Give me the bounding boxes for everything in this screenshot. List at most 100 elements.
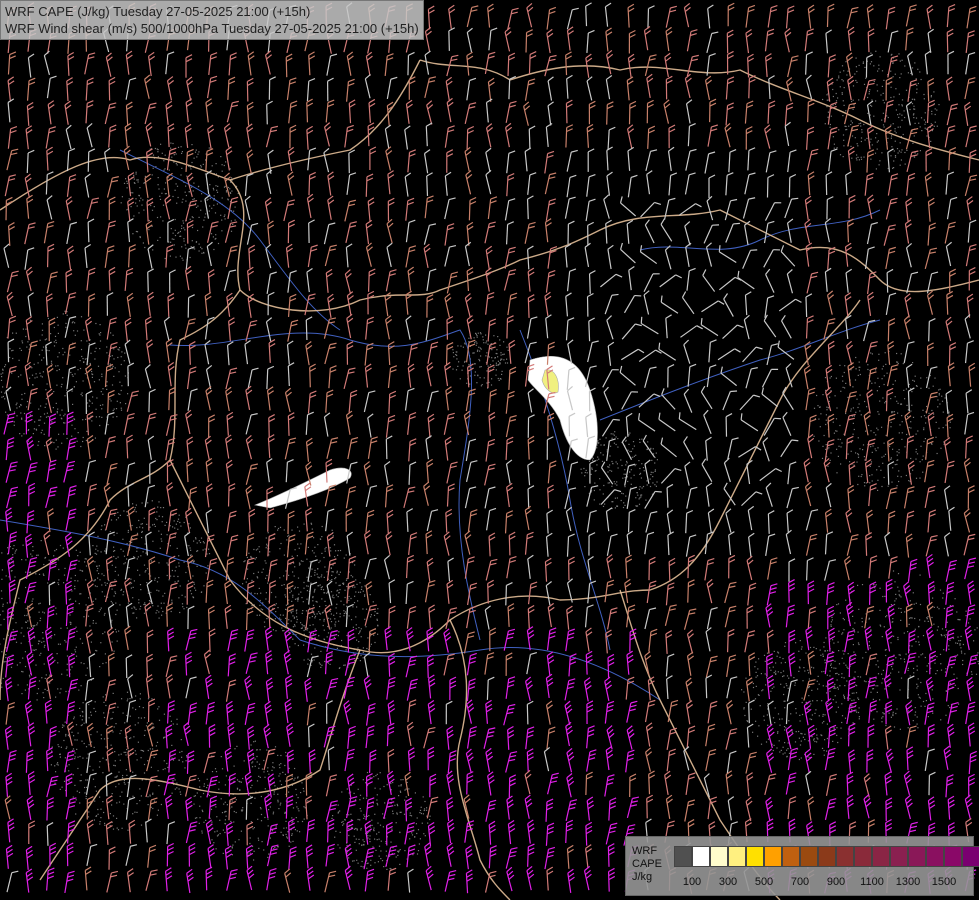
- terrain-dot: [896, 352, 898, 355]
- terrain-dot: [903, 658, 905, 660]
- terrain-dot: [96, 545, 98, 547]
- terrain-dot: [198, 822, 200, 824]
- terrain-dot: [858, 643, 860, 646]
- terrain-dot: [638, 460, 640, 462]
- terrain-dot: [251, 784, 253, 786]
- terrain-dot: [74, 334, 76, 336]
- terrain-dot: [141, 502, 143, 504]
- terrain-dot: [35, 429, 38, 431]
- terrain-dot: [18, 359, 20, 361]
- terrain-dot: [818, 418, 820, 420]
- terrain-dot: [319, 619, 321, 621]
- terrain-dot: [475, 332, 477, 334]
- terrain-dot: [936, 125, 938, 127]
- terrain-dot: [172, 526, 174, 528]
- terrain-dot: [356, 859, 358, 861]
- terrain-dot: [119, 795, 121, 797]
- terrain-dot: [324, 600, 326, 602]
- terrain-dot: [917, 685, 919, 687]
- terrain-dot: [90, 711, 92, 713]
- terrain-dot: [200, 537, 203, 539]
- terrain-dot: [313, 537, 315, 539]
- terrain-dot: [956, 654, 959, 656]
- terrain-dot: [497, 336, 499, 338]
- terrain-dot: [100, 734, 102, 736]
- terrain-dot: [89, 400, 91, 402]
- terrain-dot: [124, 722, 126, 724]
- terrain-dot: [139, 788, 141, 790]
- terrain-dot: [122, 550, 124, 552]
- terrain-dot: [376, 839, 378, 841]
- terrain-dot: [193, 561, 195, 563]
- terrain-dot: [260, 813, 263, 816]
- terrain-dot: [61, 418, 63, 420]
- terrain-dot: [123, 182, 126, 184]
- terrain-dot: [90, 641, 92, 643]
- terrain-dot: [919, 71, 921, 73]
- terrain-dot: [111, 804, 113, 806]
- terrain-dot: [293, 624, 296, 626]
- terrain-dot: [267, 825, 269, 827]
- terrain-dot: [869, 63, 871, 65]
- terrain-dot: [94, 786, 96, 788]
- terrain-dot: [1, 376, 3, 378]
- terrain-dot: [100, 607, 102, 609]
- terrain-dot: [97, 535, 99, 537]
- terrain-dot: [38, 354, 41, 356]
- terrain-dot: [829, 459, 831, 461]
- terrain-dot: [832, 136, 834, 138]
- terrain-dot: [307, 663, 309, 665]
- terrain-dot: [179, 521, 181, 524]
- terrain-dot: [881, 70, 884, 72]
- terrain-dot: [177, 146, 180, 148]
- terrain-dot: [195, 538, 197, 540]
- terrain-dot: [913, 667, 915, 670]
- terrain-dot: [102, 696, 104, 698]
- terrain-dot: [754, 666, 756, 668]
- terrain-dot: [112, 815, 115, 817]
- terrain-dot: [4, 392, 6, 394]
- terrain-dot: [852, 386, 854, 388]
- terrain-dot: [278, 764, 280, 766]
- terrain-dot: [851, 699, 853, 702]
- terrain-dot: [274, 746, 277, 748]
- terrain-dot: [600, 452, 602, 454]
- terrain-dot: [823, 720, 825, 723]
- terrain-dot: [23, 635, 25, 637]
- terrain-dot: [39, 602, 41, 604]
- terrain-dot: [79, 569, 81, 571]
- terrain-dot: [654, 470, 656, 472]
- terrain-dot: [907, 710, 909, 712]
- terrain-dot: [42, 632, 44, 634]
- terrain-dot: [863, 156, 865, 158]
- terrain-dot: [154, 577, 156, 579]
- terrain-dot: [901, 99, 904, 101]
- terrain-dot: [292, 615, 294, 617]
- terrain-dot: [376, 799, 378, 801]
- terrain-dot: [1, 686, 3, 688]
- terrain-dot: [378, 831, 380, 833]
- terrain-dot: [25, 571, 27, 573]
- terrain-dot: [82, 380, 84, 382]
- terrain-dot: [105, 662, 107, 664]
- terrain-dot: [296, 618, 298, 621]
- terrain-dot: [892, 713, 894, 715]
- terrain-dot: [39, 654, 41, 656]
- terrain-dot: [353, 602, 356, 604]
- terrain-dot: [59, 756, 61, 758]
- terrain-dot: [177, 196, 179, 199]
- terrain-dot: [235, 811, 237, 814]
- terrain-dot: [176, 718, 178, 720]
- terrain-dot: [374, 611, 376, 613]
- terrain-dot: [311, 550, 314, 552]
- terrain-dot: [135, 171, 137, 173]
- terrain-dot: [492, 360, 494, 362]
- terrain-dot: [773, 650, 775, 652]
- terrain-dot: [319, 663, 321, 665]
- terrain-dot: [956, 642, 959, 644]
- terrain-dot: [267, 856, 269, 858]
- terrain-dot: [901, 432, 903, 434]
- terrain-dot: [852, 644, 854, 646]
- terrain-dot: [501, 373, 503, 375]
- terrain-dot: [117, 556, 119, 558]
